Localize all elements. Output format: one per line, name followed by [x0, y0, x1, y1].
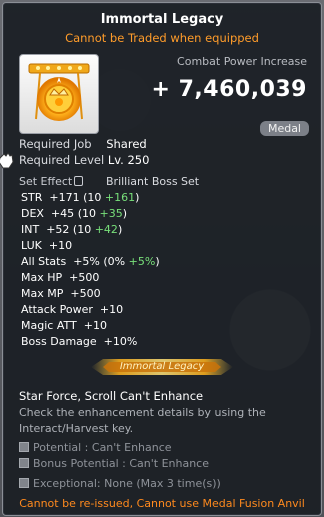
stat-name: Boss Damage [21, 335, 97, 348]
stat-close: ) [155, 255, 160, 268]
item-title: Immortal Legacy [100, 12, 224, 27]
stat-bonus: +42 [94, 223, 118, 236]
stat-bonus: +35 [99, 207, 123, 220]
stat-base: (10 [77, 207, 100, 220]
square-bullet-icon [19, 442, 29, 452]
required-level: Required Level Lv. 250 [19, 153, 149, 167]
lock-icon [74, 176, 84, 186]
stat-close: ) [117, 223, 123, 236]
required-level-value: Lv. 250 [107, 153, 150, 167]
stat-name: Attack Power [21, 303, 93, 316]
stat-close: ) [122, 207, 127, 220]
nameplate-banner: Immortal Legacy [87, 356, 237, 378]
stat-value: +10 [83, 319, 107, 332]
stat-value: +10% [103, 335, 138, 348]
stat-row: Max HP +500 [21, 271, 103, 284]
footer-warning: Cannot be re-issued, Cannot use Medal Fu… [19, 497, 305, 510]
stat-name: Max HP [21, 271, 63, 284]
stat-row: INT +52 (10 +42) [21, 223, 122, 236]
combat-power-label: Combat Power Increase [177, 55, 307, 68]
golden-crown-medal-icon [28, 63, 90, 121]
stat-name: Max MP [21, 287, 64, 300]
required-job: Required Job Shared [19, 137, 147, 151]
stat-value: +52 [46, 223, 70, 236]
stat-value: +500 [70, 287, 101, 300]
stat-base: (10 [72, 223, 95, 236]
nameplate-text: Immortal Legacy [119, 361, 205, 372]
stat-row: LUK +10 [21, 239, 76, 252]
stat-base: (10 [83, 191, 105, 204]
required-job-value: Shared [106, 137, 147, 151]
stat-row: Magic ATT +10 [21, 319, 110, 332]
enhance-status: Star Force, Scroll Can't Enhance [19, 389, 204, 403]
stat-row: Attack Power +10 [21, 303, 127, 316]
exceptional-row: Exceptional: None (Max 3 time(s)) [19, 477, 221, 490]
stat-bonus: +5% [128, 255, 156, 268]
stat-row: Max MP +500 [21, 287, 104, 300]
stat-name: LUK [21, 239, 42, 252]
exceptional-text: Exceptional: None (Max 3 time(s)) [33, 477, 221, 490]
bonus-potential-row: Bonus Potential : Can't Enhance [19, 457, 209, 470]
stat-base: (0% [103, 255, 129, 268]
item-icon-frame [19, 54, 99, 134]
stat-name: STR [21, 191, 43, 204]
potential-text: Potential : Can't Enhance [33, 441, 172, 454]
set-name: Brilliant Boss Set [106, 175, 200, 188]
category-badge: Medal [259, 121, 309, 136]
stat-value: +10 [99, 303, 124, 316]
stat-value: +45 [50, 207, 75, 220]
hand-cursor-icon [0, 152, 14, 169]
set-effect-label: Set Effect [19, 175, 73, 188]
stat-row: DEX +45 (10 +35) [21, 207, 127, 220]
stat-value: +171 [49, 191, 80, 204]
stat-bonus: +161 [104, 191, 136, 204]
bonus-potential-text: Bonus Potential : Can't Enhance [33, 457, 209, 470]
enhance-hint: Check the enhancement details by using t… [19, 406, 266, 435]
potential-row: Potential : Can't Enhance [19, 441, 172, 454]
stat-row: STR +171 (10 +161) [21, 191, 139, 204]
trade-restriction: Cannot be Traded when equipped [65, 31, 259, 45]
stat-row: Boss Damage +10% [21, 335, 141, 348]
stat-name: Magic ATT [21, 319, 77, 332]
item-tooltip: Immortal Legacy Cannot be Traded when eq… [2, 2, 322, 516]
square-bullet-icon [19, 478, 29, 488]
stat-name: DEX [21, 207, 44, 220]
stat-row: All Stats +5% (0% +5%) [21, 255, 160, 268]
stat-value: +5% [73, 255, 100, 268]
required-level-label: Required Level [19, 153, 105, 167]
stat-name: INT [21, 223, 40, 236]
stat-name: All Stats [21, 255, 67, 268]
required-job-label: Required Job [19, 137, 92, 151]
stat-close: ) [135, 191, 140, 204]
square-bullet-icon [19, 458, 29, 468]
stat-value: +500 [69, 271, 100, 284]
set-effect-row: Set Effect [19, 175, 85, 188]
stat-value: +10 [48, 239, 73, 252]
combat-power-value: + 7,460,039 [151, 77, 307, 102]
